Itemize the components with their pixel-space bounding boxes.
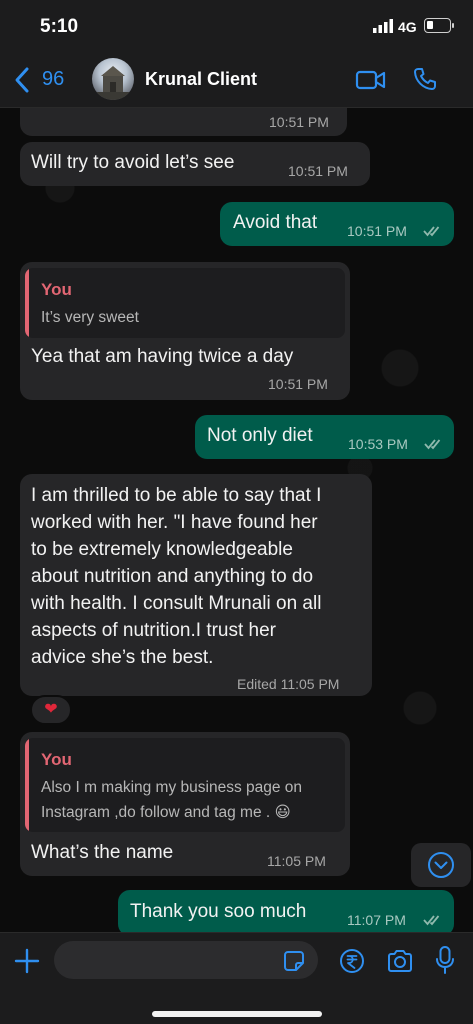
message-bubble-outgoing[interactable]: Not only diet 10:53 PM: [195, 415, 454, 459]
quote-author: You: [41, 280, 72, 299]
avatar[interactable]: [92, 58, 134, 100]
back-unread-count[interactable]: 96: [42, 68, 64, 91]
payment-icon[interactable]: [339, 948, 365, 974]
message-text-line: advice she’s the best.: [31, 647, 214, 668]
message-bubble-outgoing[interactable]: Thank you soo much 11:07 PM: [118, 890, 454, 932]
message-text-line: with health. I consult Mrunali on all: [31, 593, 322, 614]
message-text: Yea that am having twice a day: [31, 346, 294, 367]
double-tick-icon: [423, 915, 440, 926]
quote-author: You: [41, 750, 72, 769]
network-type: 4G: [398, 19, 417, 35]
message-input[interactable]: [54, 941, 318, 979]
contact-name[interactable]: Krunal Client: [145, 69, 257, 90]
message-time: 10:51 PM: [288, 163, 348, 179]
message-list[interactable]: 10:51 PM Will try to avoid let’s see 10:…: [0, 108, 473, 932]
message-text-line: worked with her. "I have found her: [31, 512, 318, 533]
message-text-line: about nutrition and anything to do: [31, 566, 314, 587]
message-text: Not only diet: [207, 425, 313, 446]
message-time: 11:07 PM: [347, 912, 406, 928]
chevron-down-icon: [428, 852, 454, 878]
message-bubble-incoming[interactable]: I am thrilled to be able to say that I w…: [20, 474, 372, 696]
message-time: 10:51 PM: [347, 223, 407, 239]
signal-icon: [373, 19, 393, 33]
chat-header: 96 Krunal Client: [0, 52, 473, 108]
message-time: Edited 11:05 PM: [237, 676, 340, 692]
message-text: What’s the name: [31, 842, 174, 863]
heart-reaction[interactable]: ❤: [30, 695, 72, 725]
phone-call-icon[interactable]: [413, 67, 437, 91]
video-call-icon[interactable]: [355, 69, 387, 91]
double-tick-icon: [424, 439, 441, 450]
message-time: 11:05 PM: [267, 853, 326, 869]
compose-bar: [0, 932, 473, 1024]
sticker-icon[interactable]: [283, 950, 305, 972]
message-bubble-incoming[interactable]: Will try to avoid let’s see 10:51 PM: [20, 142, 370, 186]
message-time: 10:53 PM: [348, 436, 408, 452]
microphone-icon[interactable]: [434, 945, 456, 975]
message-bubble-outgoing[interactable]: Avoid that 10:51 PM: [220, 202, 454, 246]
double-tick-icon: [423, 226, 440, 237]
back-chevron-icon[interactable]: [12, 66, 32, 94]
quoted-message[interactable]: You It’s very sweet: [25, 268, 345, 338]
quote-text: It’s very sweet: [41, 309, 139, 326]
quote-text-line: Instagram ,do follow and tag me . 😃: [41, 804, 291, 821]
quoted-message[interactable]: You Also I m making my business page on …: [25, 738, 345, 832]
message-text: Thank you soo much: [130, 901, 307, 922]
home-indicator: [152, 1011, 322, 1017]
message-text-line: to be extremely knowledgeable: [31, 539, 293, 560]
plus-icon[interactable]: [14, 948, 40, 974]
status-time: 5:10: [40, 16, 79, 37]
message-time: 10:51 PM: [268, 376, 328, 392]
message-bubble-incoming[interactable]: You Also I m making my business page on …: [20, 732, 350, 876]
message-bubble-incoming[interactable]: You It’s very sweet Yea that am having t…: [20, 262, 350, 400]
message-text-line: aspects of nutrition.I trust her: [31, 620, 277, 641]
message-text: Will try to avoid let’s see: [31, 152, 235, 173]
message-bubble-incoming[interactable]: 10:51 PM: [20, 108, 347, 136]
quote-text-line: Also I m making my business page on: [41, 779, 303, 796]
status-bar: 5:10 4G: [0, 0, 473, 52]
battery-icon: [424, 18, 454, 33]
message-text-line: I am thrilled to be able to say that I: [31, 485, 322, 506]
scroll-to-bottom-button[interactable]: [411, 843, 471, 887]
camera-icon[interactable]: [386, 948, 414, 974]
message-text: Avoid that: [233, 212, 318, 233]
message-time: 10:51 PM: [269, 114, 329, 130]
heart-icon: ❤: [44, 701, 58, 718]
